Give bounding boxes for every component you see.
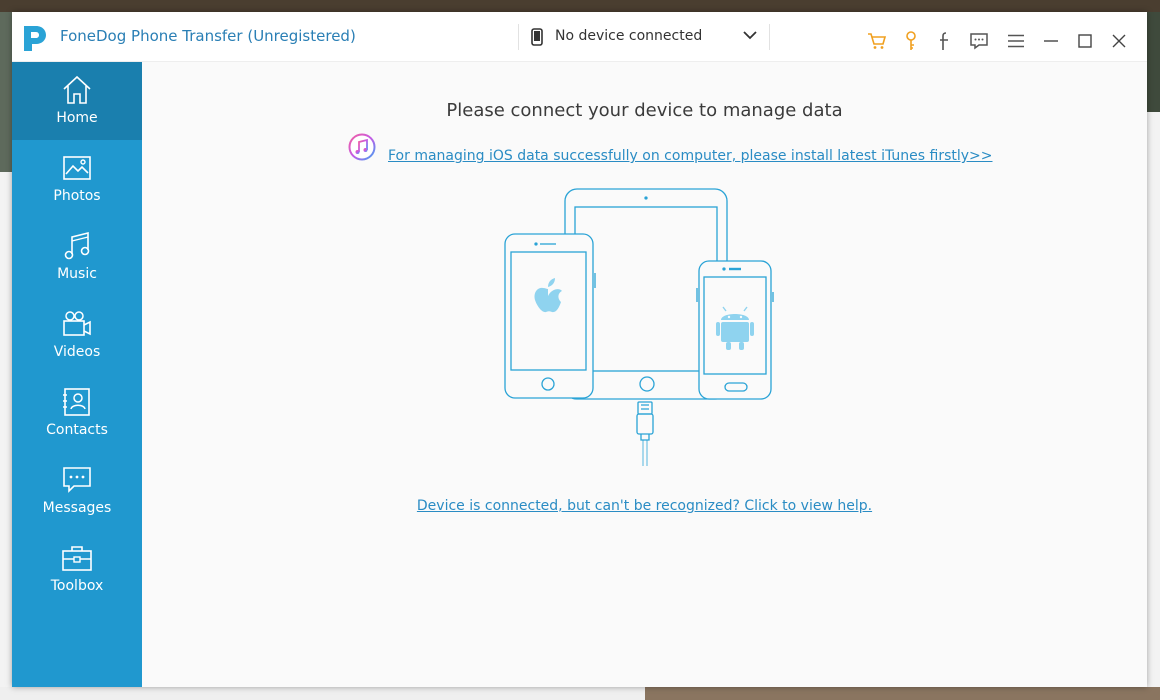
sidebar-item-contacts[interactable]: Contacts <box>12 374 142 452</box>
sidebar-item-label: Contacts <box>46 422 108 438</box>
app-window: FoneDog Phone Transfer (Unregistered) No… <box>12 12 1147 687</box>
desktop-background-top <box>0 0 1160 12</box>
phone-icon <box>531 28 543 46</box>
install-itunes-link[interactable]: For managing iOS data successfully on co… <box>388 148 993 164</box>
device-not-recognized-help-link[interactable]: Device is connected, but can't be recogn… <box>142 498 1147 514</box>
iphone-icon <box>504 233 596 399</box>
messages-icon <box>63 467 91 493</box>
music-icon <box>64 231 90 260</box>
desktop-wallpaper-right <box>1147 12 1160 112</box>
main-content: Please connect your device to manage dat… <box>142 62 1147 687</box>
maximize-icon[interactable] <box>1074 30 1096 52</box>
sidebar-item-label: Music <box>57 266 97 282</box>
sidebar-item-toolbox[interactable]: Toolbox <box>12 530 142 608</box>
device-selector[interactable]: No device connected <box>518 24 770 50</box>
photos-icon <box>63 156 91 180</box>
sidebar-item-label: Videos <box>53 344 101 360</box>
sidebar-item-music[interactable]: Music <box>12 218 142 296</box>
desktop-wallpaper-bottom <box>645 687 1160 700</box>
sidebar-item-home[interactable]: Home <box>12 62 142 140</box>
itunes-icon <box>348 133 376 161</box>
window-title: FoneDog Phone Transfer (Unregistered) <box>60 27 356 45</box>
home-icon <box>63 75 91 104</box>
sidebar-item-label: Messages <box>42 500 112 516</box>
feedback-icon[interactable] <box>968 30 990 52</box>
device-selector-label: No device connected <box>555 28 703 44</box>
minimize-icon[interactable] <box>1040 30 1062 52</box>
sidebar-item-messages[interactable]: Messages <box>12 452 142 530</box>
cart-icon[interactable] <box>866 30 888 52</box>
contacts-icon <box>63 388 90 416</box>
usb-cable-icon <box>636 401 654 466</box>
chevron-down-icon[interactable] <box>743 30 757 40</box>
desktop-background-right <box>1147 12 1160 700</box>
connect-prompt-heading: Please connect your device to manage dat… <box>446 100 843 121</box>
key-icon[interactable] <box>900 30 922 52</box>
title-bar: FoneDog Phone Transfer (Unregistered) No… <box>12 12 1147 62</box>
sidebar-item-label: Toolbox <box>50 578 104 594</box>
desktop-wallpaper-left <box>0 12 12 172</box>
menu-icon[interactable] <box>1005 30 1027 52</box>
sidebar-item-label: Photos <box>53 188 101 204</box>
close-icon[interactable] <box>1108 30 1130 52</box>
sidebar-item-label: Home <box>56 110 98 126</box>
facebook-icon[interactable] <box>933 30 955 52</box>
sidebar-item-photos[interactable]: Photos <box>12 140 142 218</box>
sidebar: Home Photos Music Videos Contacts Messag… <box>12 62 142 687</box>
devices-illustration <box>504 188 774 466</box>
sidebar-item-videos[interactable]: Videos <box>12 296 142 374</box>
fonedog-logo-icon <box>24 26 46 51</box>
toolbox-icon <box>62 546 92 571</box>
videos-icon <box>63 311 91 336</box>
